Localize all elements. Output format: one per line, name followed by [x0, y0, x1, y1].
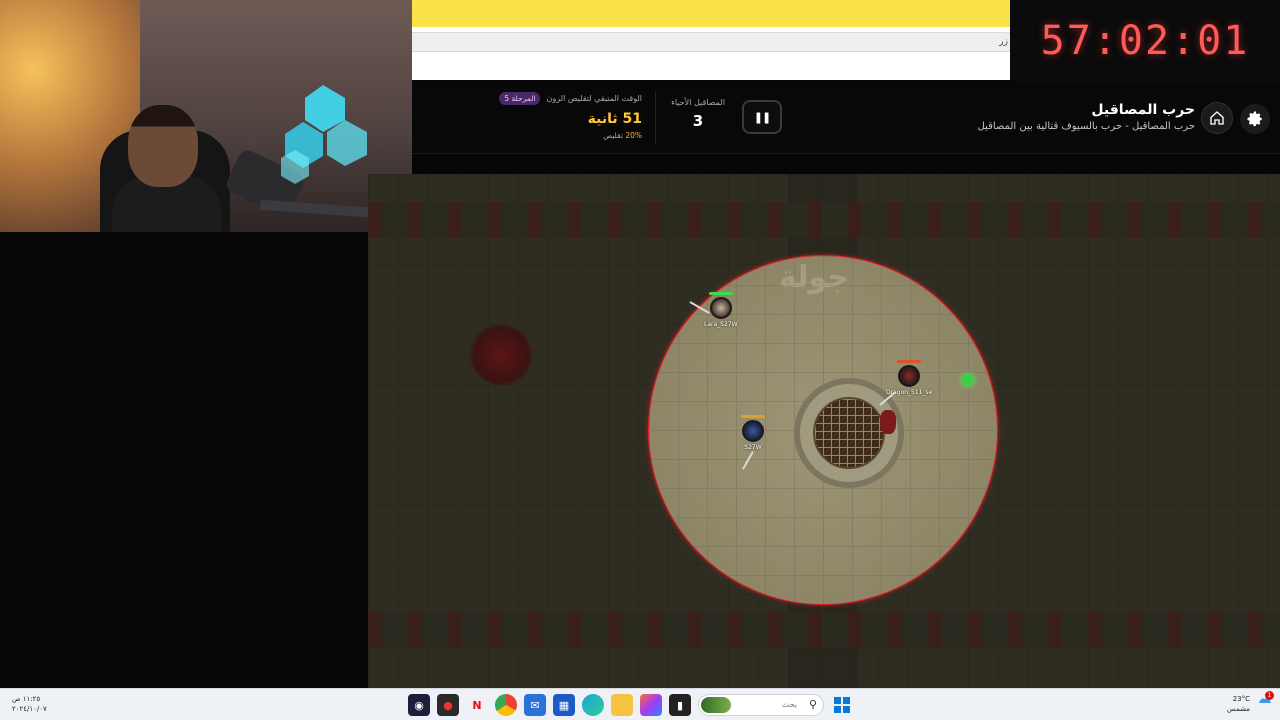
shrink-percent: 20%	[625, 131, 642, 140]
health-bar	[708, 292, 733, 295]
store-icon[interactable]: ▦	[553, 694, 575, 716]
shrink-label: تقليص	[603, 131, 623, 140]
health-bar	[897, 360, 922, 363]
alive-count: 3	[692, 112, 704, 130]
player-lara: Lara_S27W	[704, 292, 738, 328]
player-name: S27W	[744, 444, 762, 451]
player-name: Lara_S27W	[704, 321, 738, 328]
countdown-text: 57:02:01	[1040, 18, 1250, 64]
zone-timer: الوقت المتبقي لتقليص الزون المرحلة 5 51 …	[496, 92, 642, 140]
search-icon: ⚲	[808, 698, 817, 711]
pause-icon: ❚❚	[753, 110, 771, 124]
game-subtitle: حرب المصاقيل - حرب بالسيوف قتالية بين ال…	[977, 121, 1195, 132]
player-avatar	[742, 420, 764, 442]
stage-badge: المرحلة 5	[499, 92, 541, 105]
notification-count: 1	[1265, 691, 1274, 700]
screen: زر 57:02:01 حرب المصاقيل حرب المصاقيل - …	[0, 0, 1280, 720]
app-icon[interactable]	[640, 694, 662, 716]
center-grate	[813, 397, 885, 469]
mail-icon[interactable]: ✉	[524, 694, 546, 716]
webcam-overlay	[0, 0, 412, 232]
player-s27w: S27W	[741, 415, 765, 451]
browser-banner	[412, 0, 1010, 27]
taskbar-apps: ◉ ● N ✉ ▦ ▮ بحث ⚲	[408, 694, 853, 716]
player-avatar	[898, 365, 921, 387]
obs-icon[interactable]: ◉	[408, 694, 430, 716]
search-highlight-image	[701, 697, 731, 713]
zone-seconds: 51 ثانية	[587, 111, 642, 127]
settings-icon	[1247, 111, 1262, 127]
taskbar-search[interactable]: بحث ⚲	[698, 694, 824, 716]
terminal-icon[interactable]: ▮	[669, 694, 691, 716]
blood-splatter	[880, 410, 896, 434]
notification-icon[interactable]: 1	[1258, 691, 1274, 707]
pause-button[interactable]: ❚❚	[742, 100, 782, 134]
player-dragon: Dragon_511_se	[886, 360, 932, 396]
address-text: زر	[999, 37, 1008, 47]
clock[interactable]: ١١:٢٥ ص ٢٠٢٤/١٠/٠٧	[12, 694, 47, 714]
alive-counter: المصاقيل الأحياء 3	[668, 98, 728, 130]
netflix-icon[interactable]: N	[466, 694, 488, 716]
address-bar[interactable]: زر	[412, 32, 1010, 52]
clock-date: ٢٠٢٤/١٠/٠٧	[12, 705, 47, 713]
edge-icon[interactable]	[582, 694, 604, 716]
zone-label: الوقت المتبقي لتقليص الزون	[546, 94, 642, 103]
home-icon	[1210, 111, 1224, 125]
alive-label: المصاقيل الأحياء	[671, 98, 725, 107]
game-title-block: حرب المصاقيل حرب المصاقيل - حرب بالسيوف …	[977, 102, 1195, 132]
neon-light-panels	[281, 85, 367, 184]
stream-countdown: 57:02:01	[1010, 0, 1280, 82]
game-arena[interactable]: جولة Lara_S27W Dragon_511_se S27W	[368, 174, 1280, 688]
health-bar	[741, 415, 765, 418]
taskbar: ١١:٢٥ ص ٢٠٢٤/١٠/٠٧ ◉ ● N ✉ ▦ ▮ بحث ⚲ 23°…	[0, 688, 1280, 720]
clock-time: ١١:٢٥ ص	[12, 695, 41, 703]
file-explorer-icon[interactable]	[611, 694, 633, 716]
windows-icon[interactable]	[831, 694, 853, 716]
game-header: حرب المصاقيل حرب المصاقيل - حرب بالسيوف …	[412, 82, 1280, 154]
browser-window-strip: زر	[412, 0, 1010, 80]
weather-widget[interactable]: 23°C مشمس	[1227, 694, 1250, 714]
arena-wall-top	[368, 202, 1280, 238]
game-title: حرب المصاقيل	[1091, 102, 1195, 118]
home-button[interactable]	[1201, 102, 1233, 134]
streamer-head	[128, 105, 198, 187]
search-placeholder: بحث	[781, 700, 797, 709]
player-avatar	[709, 297, 732, 319]
shrink-info: 20% تقليص	[496, 131, 642, 140]
arena-wall-bottom	[368, 612, 1280, 648]
settings-button[interactable]	[1240, 104, 1270, 134]
chrome-icon[interactable]	[495, 694, 517, 716]
temperature: 23°C	[1232, 695, 1250, 703]
health-pickup	[962, 374, 974, 386]
weather-desc: مشمس	[1227, 705, 1250, 713]
recording-app-icon[interactable]: ●	[437, 694, 459, 716]
header-divider	[655, 92, 656, 144]
ghost-text: جولة	[779, 260, 849, 295]
